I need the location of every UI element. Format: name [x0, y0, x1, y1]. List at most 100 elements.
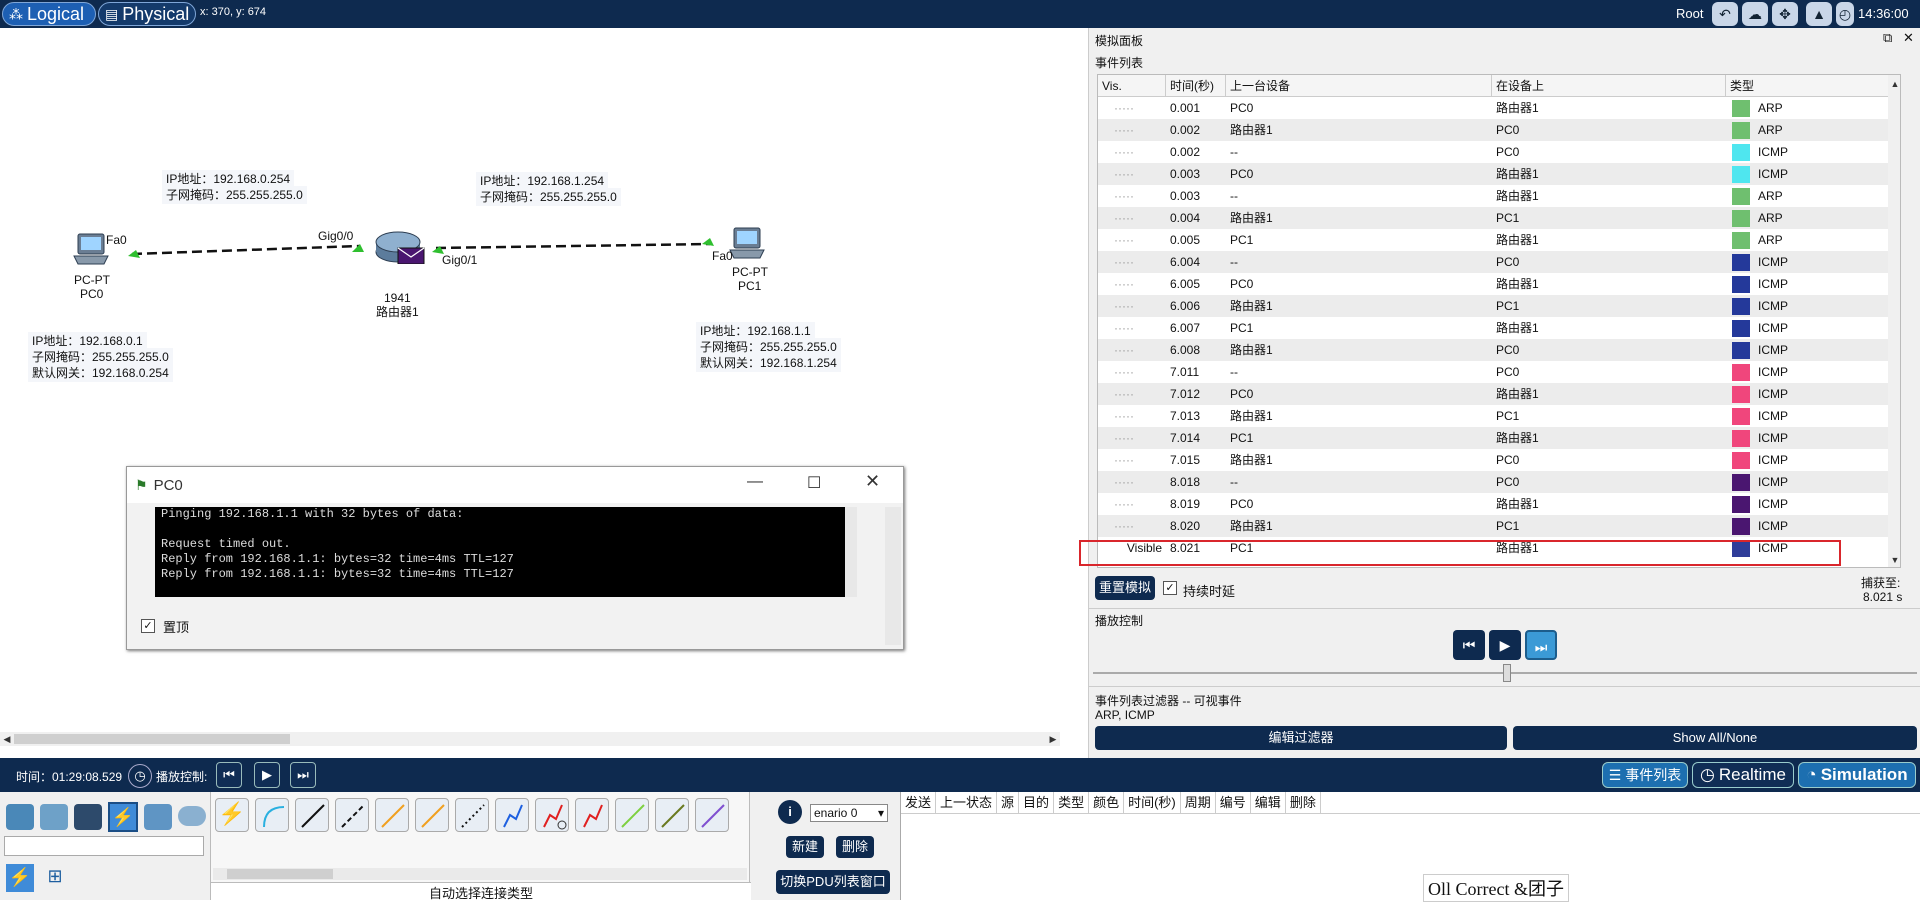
event-list-scrollbar[interactable]: ▲ ▼	[1888, 75, 1900, 567]
logical-tab[interactable]: ⁂ Logical	[2, 2, 96, 26]
terminal-output[interactable]: Pinging 192.168.1.1 with 32 bytes of dat…	[155, 507, 855, 597]
event-row[interactable]: ····· 0.005 PC1 路由器1 ARP	[1098, 229, 1888, 251]
event-row[interactable]: ····· 6.006 路由器1 PC1 ICMP	[1098, 295, 1888, 317]
cloud-icon[interactable]: ☁	[1742, 2, 1768, 26]
pdu-col-3[interactable]: 目的	[1019, 792, 1055, 814]
crossover-cable-icon[interactable]	[335, 798, 369, 832]
event-row[interactable]: ····· 8.019 PC0 路由器1 ICMP	[1098, 493, 1888, 515]
pdu-col-5[interactable]: 颜色	[1089, 792, 1125, 814]
event-row[interactable]: ····· 7.013 路由器1 PC1 ICMP	[1098, 405, 1888, 427]
connection-scrollbar[interactable]	[213, 868, 747, 880]
play-speed-slider-thumb[interactable]	[1503, 664, 1511, 682]
pc0-command-window[interactable]: ⚑ PC0 — ☐ ✕ Pinging 192.168.1.1 with 32 …	[126, 466, 904, 650]
console-scrollbar[interactable]	[845, 507, 857, 597]
components-icon[interactable]	[74, 804, 102, 830]
connection-scrollbar-thumb[interactable]	[227, 869, 333, 879]
reset-simulation-button[interactable]: 重置模拟	[1095, 576, 1155, 600]
window-titlebar[interactable]: ⚑ PC0 — ☐ ✕	[127, 467, 903, 503]
edit-filter-button[interactable]: 编辑过滤器	[1095, 726, 1507, 750]
event-row[interactable]: ····· 8.020 路由器1 PC1 ICMP	[1098, 515, 1888, 537]
event-row[interactable]: ····· 0.003 PC0 路由器1 ICMP	[1098, 163, 1888, 185]
pdu-col-2[interactable]: 源	[997, 792, 1020, 814]
pdu-col-1[interactable]: 上一状态	[936, 792, 998, 814]
col-at-device[interactable]: 在设备上	[1492, 75, 1726, 97]
scroll-up-icon[interactable]: ▲	[1888, 77, 1900, 91]
col-type[interactable]: 类型	[1726, 75, 1900, 97]
canvas-horizontal-scrollbar[interactable]: ◀ ▶	[0, 732, 1060, 746]
back-icon[interactable]: ↶	[1712, 2, 1738, 26]
minimize-icon[interactable]: —	[747, 473, 763, 491]
event-row[interactable]: ····· 8.018 -- PC0 ICMP	[1098, 471, 1888, 493]
physical-tab[interactable]: ▤ Physical	[98, 2, 196, 26]
iot-cable-icon[interactable]	[615, 798, 649, 832]
event-row[interactable]: ····· 0.002 路由器1 PC0 ARP	[1098, 119, 1888, 141]
event-row[interactable]: ····· 6.004 -- PC0 ICMP	[1098, 251, 1888, 273]
event-row[interactable]: ····· 6.008 路由器1 PC0 ICMP	[1098, 339, 1888, 361]
bar-forward-icon[interactable]: ⏭	[290, 762, 316, 788]
col-vis[interactable]: Vis.	[1098, 75, 1166, 97]
back-step-icon[interactable]: ⏮	[1453, 630, 1485, 660]
ontop-checkbox[interactable]: ✓	[141, 619, 155, 633]
event-row[interactable]: ····· 0.001 PC0 路由器1 ARP	[1098, 97, 1888, 119]
new-scenario-button[interactable]: 新建	[786, 836, 824, 858]
info-icon[interactable]: i	[778, 800, 802, 824]
event-row[interactable]: ····· 0.002 -- PC0 ICMP	[1098, 141, 1888, 163]
play-speed-slider[interactable]	[1093, 664, 1917, 682]
console-cable-icon[interactable]	[255, 798, 289, 832]
event-row[interactable]: ····· 7.012 PC0 路由器1 ICMP	[1098, 383, 1888, 405]
pdu-col-6[interactable]: 时间(秒)	[1124, 792, 1181, 814]
network-devices-icon[interactable]	[6, 804, 34, 830]
bar-play-icon[interactable]: ▶	[254, 762, 280, 788]
event-list-table[interactable]: Vis. 时间(秒) 上一台设备 在设备上 类型 ····· 0.001 PC0 路由…	[1097, 74, 1901, 568]
pdu-col-10[interactable]: 删除	[1286, 792, 1321, 814]
wan-cloud-icon[interactable]	[178, 806, 206, 826]
move-icon[interactable]: ✥	[1772, 2, 1798, 26]
delete-scenario-button[interactable]: 删除	[836, 836, 874, 858]
image-icon[interactable]: ▲	[1806, 2, 1832, 26]
scroll-down-icon[interactable]: ▼	[1888, 553, 1900, 567]
stopwatch-icon[interactable]: ◷	[128, 764, 152, 788]
pdu-col-8[interactable]: 编号	[1216, 792, 1251, 814]
event-row[interactable]: ····· 6.007 PC1 路由器1 ICMP	[1098, 317, 1888, 339]
connections-icon[interactable]: ⚡	[108, 802, 138, 832]
device-search-input[interactable]	[4, 836, 204, 856]
window-scrollbar[interactable]	[885, 507, 901, 645]
scroll-left-icon[interactable]: ◀	[0, 732, 14, 746]
fiber-cable-icon[interactable]	[375, 798, 409, 832]
lightning-icon[interactable]: ⚡	[6, 864, 34, 892]
pdu-col-0[interactable]: 发送	[901, 792, 937, 814]
col-time[interactable]: 时间(秒)	[1166, 75, 1226, 97]
restore-icon[interactable]: ⧉	[1883, 30, 1892, 46]
wireless-cable-icon[interactable]	[695, 798, 729, 832]
grid-icon[interactable]: ⊞	[44, 866, 66, 888]
constant-delay-checkbox[interactable]: ✓	[1163, 581, 1177, 595]
phone-cable-icon[interactable]	[415, 798, 449, 832]
serial-dte-icon[interactable]	[535, 798, 569, 832]
scenario-select[interactable]: enario 0 ▾	[810, 804, 888, 822]
pdu-col-7[interactable]: 周期	[1181, 792, 1216, 814]
event-list-toggle[interactable]: ☰ 事件列表	[1602, 762, 1688, 788]
capture-forward-icon[interactable]: ⏭	[1525, 630, 1557, 660]
event-row[interactable]: ····· 7.011 -- PC0 ICMP	[1098, 361, 1888, 383]
auto-connection-icon[interactable]: ⚡	[215, 798, 249, 832]
pdu-col-4[interactable]: 类型	[1054, 792, 1090, 814]
scroll-right-icon[interactable]: ▶	[1046, 732, 1060, 746]
event-row[interactable]: ····· 0.003 -- 路由器1 ARP	[1098, 185, 1888, 207]
end-devices-icon[interactable]	[40, 804, 68, 830]
misc-icon[interactable]	[144, 804, 172, 830]
play-icon[interactable]: ▶	[1489, 630, 1521, 660]
bar-back-icon[interactable]: ⏮	[216, 762, 242, 788]
event-row[interactable]: ····· 7.015 路由器1 PC0 ICMP	[1098, 449, 1888, 471]
maximize-icon[interactable]: ☐	[807, 473, 821, 493]
usb-cable-icon[interactable]	[655, 798, 689, 832]
router-icon[interactable]	[374, 230, 426, 264]
panel-close-icon[interactable]: ✕	[1903, 30, 1914, 46]
pc1-icon[interactable]	[728, 226, 768, 260]
event-row[interactable]: ····· 6.005 PC0 路由器1 ICMP	[1098, 273, 1888, 295]
coaxial-cable-icon[interactable]	[455, 798, 489, 832]
canvas-hscroll-thumb[interactable]	[14, 734, 290, 744]
event-row[interactable]: ····· 0.004 路由器1 PC1 ARP	[1098, 207, 1888, 229]
straight-through-cable-icon[interactable]	[295, 798, 329, 832]
realtime-tab[interactable]: ◷ Realtime	[1692, 762, 1794, 788]
serial-dce-icon[interactable]	[495, 798, 529, 832]
